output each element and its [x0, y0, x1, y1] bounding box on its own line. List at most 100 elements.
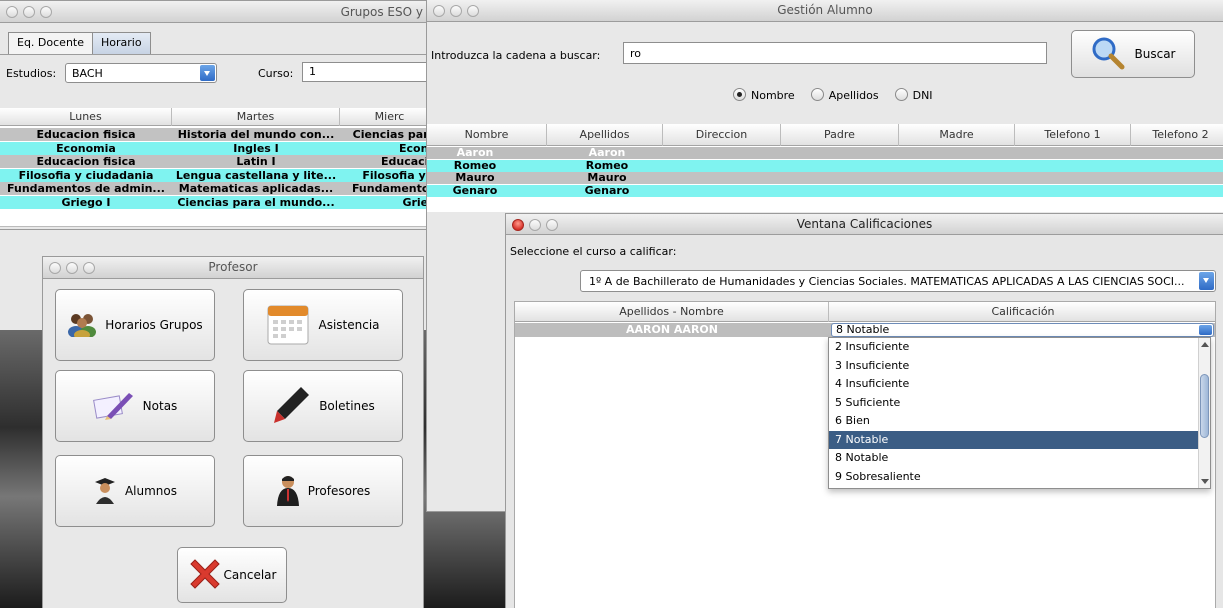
- table-cell: Econo: [399, 141, 431, 155]
- asistencia-button[interactable]: Asistencia: [243, 289, 403, 361]
- magnifier-icon: [1091, 36, 1125, 73]
- grade-options-list: 2 Insuficiente 3 Insuficiente 4 Insuficien…: [829, 338, 1199, 486]
- scroll-down-icon[interactable]: [1201, 479, 1209, 484]
- search-value: ro: [630, 47, 642, 60]
- column-header[interactable]: Mierc: [340, 108, 431, 126]
- calificaciones-titlebar[interactable]: Ventana Calificaciones: [506, 214, 1223, 235]
- table-row[interactable]: Filosofia y ciudadania Lengua castellana …: [0, 168, 431, 182]
- pencil-notes-icon: [92, 390, 135, 423]
- grade-dropdown: 2 Insuficiente 3 Insuficiente 4 Insuficien…: [828, 337, 1211, 489]
- tab-divider: [0, 54, 431, 55]
- column-header[interactable]: Telefono 2: [1131, 124, 1223, 146]
- scrollbar[interactable]: [1198, 338, 1210, 488]
- marker-icon: [271, 385, 311, 428]
- curso-select[interactable]: 1º A de Bachillerato de Humanidades y Ci…: [580, 270, 1216, 292]
- divider: [0, 226, 431, 227]
- table-row[interactable]: Fundamentos de admin... Matematicas aplic…: [0, 182, 431, 195]
- curso-value: 1º A de Bachillerato de Humanidades y Ci…: [589, 275, 1185, 288]
- student-icon: [93, 476, 117, 507]
- radio-nombre[interactable]: Nombre: [733, 88, 795, 102]
- column-header[interactable]: Padre: [781, 124, 899, 146]
- table-cell: Economia: [56, 141, 116, 155]
- table-row[interactable]: Educacion fisica Historia del mundo con..…: [0, 128, 431, 141]
- tab-bar: Eq. Docente Horario: [8, 32, 151, 54]
- grade-option[interactable]: 5 Suficiente: [829, 394, 1199, 413]
- group-icon: [67, 311, 97, 340]
- search-label: Introduzca la cadena a buscar:: [431, 49, 601, 62]
- chevron-down-icon: [1199, 272, 1214, 290]
- grupos-titlebar[interactable]: Grupos ESO y: [0, 1, 431, 23]
- chevron-down-icon: [1199, 325, 1212, 335]
- table-cell: Fundamentos de admin...: [7, 182, 165, 195]
- horario-table: Lunes Martes Mierc Educacion fisica Histo…: [0, 108, 431, 226]
- column-header[interactable]: Nombre: [427, 124, 547, 146]
- table-row[interactable]: Mauro Mauro: [427, 172, 1223, 184]
- radio-button-icon: [810, 88, 824, 101]
- radio-button-icon: [894, 88, 908, 101]
- column-header[interactable]: Calificación: [829, 302, 1217, 322]
- boletines-button[interactable]: Boletines: [243, 370, 403, 442]
- grade-option[interactable]: 7 Notable: [829, 430, 1199, 449]
- table-cell: Ciencias para: [352, 128, 431, 141]
- table-cell: Mauro: [587, 172, 627, 184]
- buscar-button[interactable]: Buscar: [1071, 30, 1195, 78]
- table-cell: Griego I: [61, 195, 111, 209]
- button-label: Horarios Grupos: [105, 318, 203, 332]
- search-input[interactable]: ro: [623, 42, 1047, 64]
- tab-eq-docente[interactable]: Eq. Docente: [8, 32, 93, 54]
- estudios-select[interactable]: BACH: [65, 63, 217, 83]
- column-header[interactable]: Martes: [172, 108, 340, 126]
- window-title: Profesor: [208, 260, 258, 274]
- table-row[interactable]: Educacion fisica Latin I Educacio: [0, 155, 431, 168]
- table-row[interactable]: Genaro Genaro: [427, 184, 1223, 197]
- notas-button[interactable]: Notas: [55, 370, 215, 442]
- radio-button-icon: [733, 88, 746, 101]
- horarios-grupos-button[interactable]: Horarios Grupos: [55, 289, 215, 361]
- grade-option[interactable]: 8 Notable: [829, 449, 1199, 468]
- scroll-thumb[interactable]: [1200, 374, 1209, 438]
- radio-dni[interactable]: DNI: [894, 88, 933, 102]
- table-row[interactable]: Romeo Romeo: [427, 159, 1223, 172]
- column-header[interactable]: Telefono 1: [1015, 124, 1131, 146]
- chevron-down-icon: [200, 65, 215, 81]
- table-cell: Ingles I: [233, 141, 279, 155]
- grade-select[interactable]: 8 Notable: [831, 323, 1214, 337]
- alumnos-table: Nombre Apellidos Direccion Padre Madre T…: [427, 124, 1223, 212]
- grade-option[interactable]: 3 Insuficiente: [829, 357, 1199, 376]
- profesores-button[interactable]: Profesores: [243, 455, 403, 527]
- gestion-titlebar[interactable]: Gestión Alumno: [427, 0, 1223, 22]
- table-row[interactable]: Aaron Aaron: [427, 147, 1223, 159]
- scroll-up-icon[interactable]: [1201, 342, 1209, 347]
- cancelar-button[interactable]: Cancelar: [177, 547, 287, 603]
- button-label: Profesores: [307, 484, 371, 498]
- column-header[interactable]: Direccion: [663, 124, 781, 146]
- table-row[interactable]: Economia Ingles I Econo: [0, 141, 431, 155]
- curso-field[interactable]: 1: [302, 62, 431, 82]
- grade-option[interactable]: 9 Sobresaliente: [829, 468, 1199, 487]
- profesor-titlebar[interactable]: Profesor: [43, 257, 423, 279]
- grade-option[interactable]: 2 Insuficiente: [829, 338, 1199, 357]
- radio-apellidos[interactable]: Apellidos: [810, 88, 879, 102]
- table-cell: Romeo: [585, 159, 629, 172]
- search-mode-radios: Nombre Apellidos DNI: [733, 88, 933, 102]
- table-cell: Educacion fisica: [36, 128, 136, 141]
- alumnos-button[interactable]: Alumnos: [55, 455, 215, 527]
- grade-value: 8 Notable: [836, 323, 890, 336]
- column-header[interactable]: Lunes: [0, 108, 172, 126]
- table-cell: Latin I: [236, 155, 276, 168]
- grade-option[interactable]: 6 Bien: [829, 412, 1199, 431]
- table-cell: Mauro: [455, 172, 495, 184]
- column-header[interactable]: Madre: [899, 124, 1015, 146]
- table-cell: Grieg: [402, 195, 431, 209]
- table-row[interactable]: AARON AARON 8 Notable: [515, 323, 1215, 337]
- table-cell: Genaro: [584, 184, 630, 197]
- column-header[interactable]: Apellidos - Nombre: [515, 302, 829, 322]
- table-cell: Filosofia y c: [362, 168, 431, 182]
- radio-label: DNI: [912, 89, 933, 102]
- column-header[interactable]: Apellidos: [547, 124, 663, 146]
- table-row[interactable]: Griego I Ciencias para el mundo... Grieg: [0, 195, 431, 209]
- button-label: Boletines: [319, 399, 375, 413]
- table-cell: Educacion fisica: [36, 155, 136, 168]
- tab-horario[interactable]: Horario: [93, 32, 151, 54]
- grade-option[interactable]: 4 Insuficiente: [829, 375, 1199, 394]
